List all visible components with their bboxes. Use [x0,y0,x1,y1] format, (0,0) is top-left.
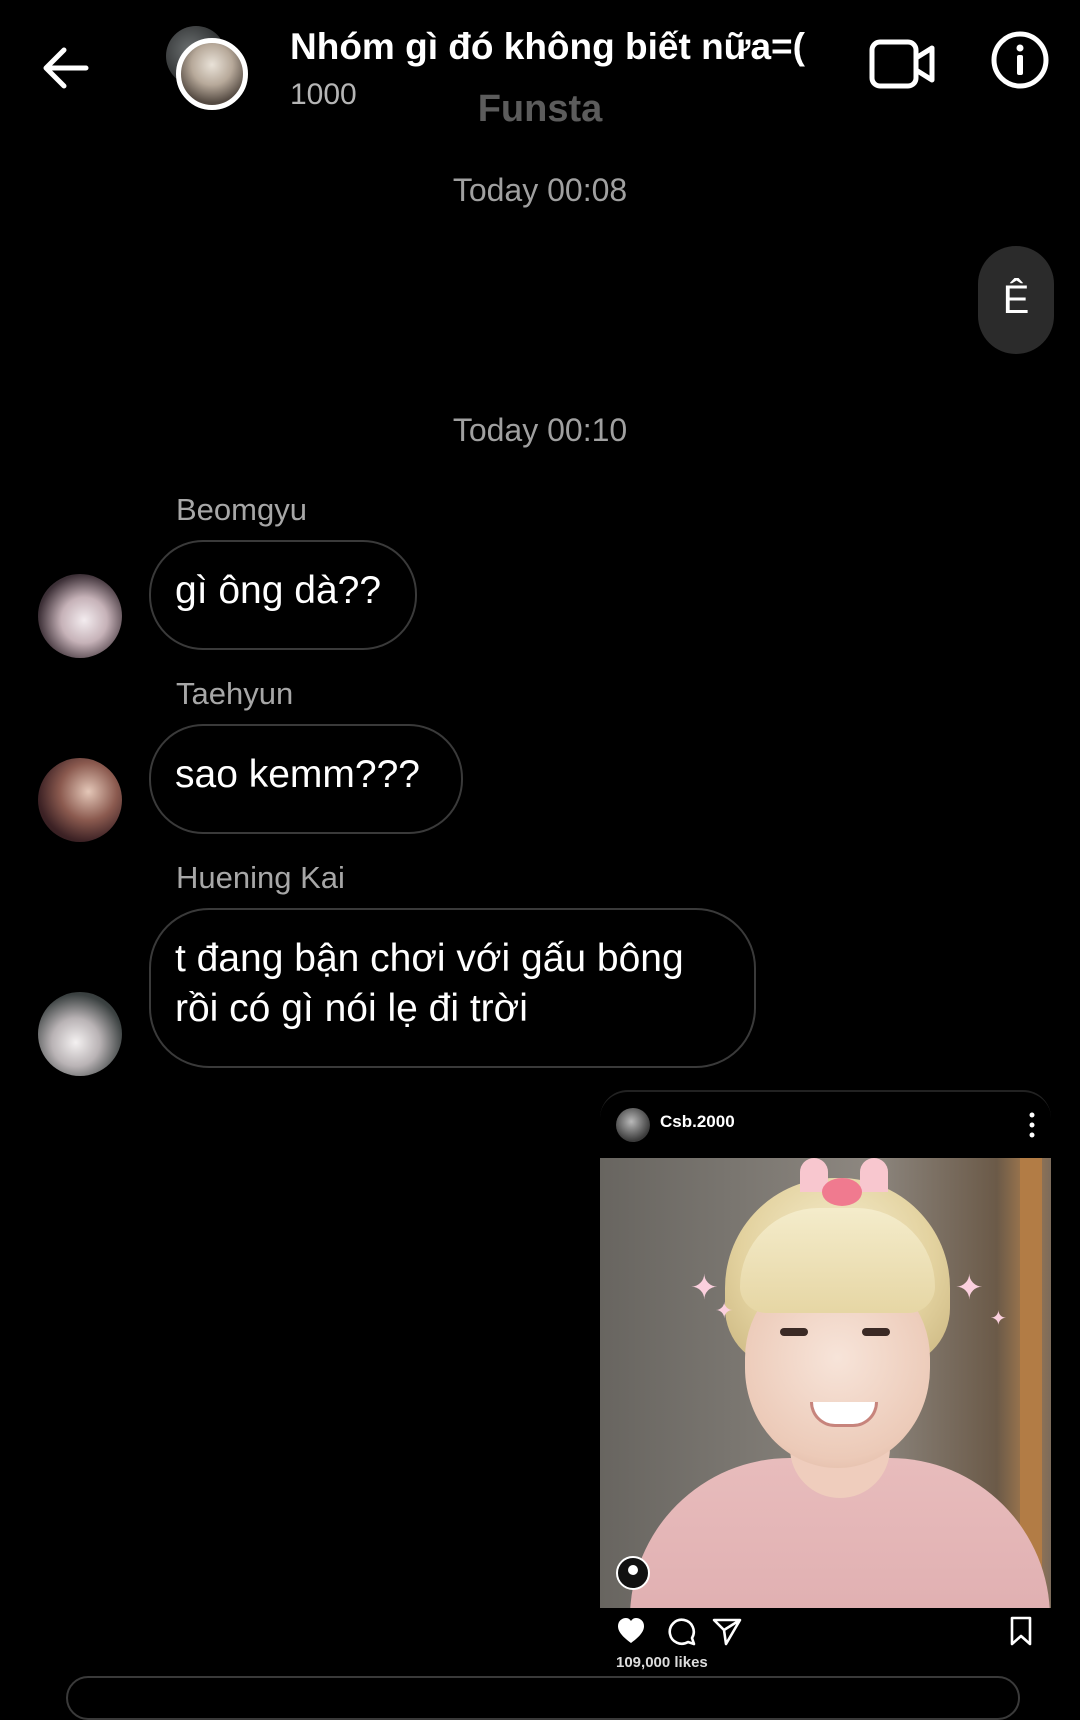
more-vertical-icon[interactable] [1027,1110,1037,1140]
avatar[interactable] [38,574,122,658]
info-icon[interactable] [990,30,1050,90]
message-text: sao kemm??? [175,753,420,796]
heart-icon[interactable] [616,1616,646,1646]
post-header: Csb.2000 [600,1092,1051,1156]
share-icon[interactable] [712,1616,742,1646]
bunny-ear-decoration [860,1158,888,1192]
sender-name: Huening Kai [176,860,345,895]
post-author-avatar[interactable] [616,1108,650,1142]
sparkle-icon: ✦ [990,1308,1007,1330]
video-call-icon[interactable] [868,36,936,92]
comment-icon[interactable] [666,1616,696,1646]
avatar[interactable] [38,758,122,842]
post-like-count: 109,000 likes [616,1654,708,1671]
sender-name: Beomgyu [176,492,307,527]
post-photo[interactable]: ✦ ✦ ✦ ✦ [600,1158,1051,1608]
post-username[interactable]: Csb.2000 [660,1112,735,1132]
message-bubble[interactable]: sao kemm??? [149,724,463,834]
sparkle-icon: ✦ [955,1269,984,1307]
message-bubble[interactable]: gì ông dà?? [149,540,417,650]
sparkle-icon: ✦ [715,1298,734,1323]
timestamp: Today 00:08 [452,172,628,208]
message-text-line: rồi có gì nói lẹ đi trời [175,987,528,1030]
shared-post-card[interactable]: Csb.2000 ✦ ✦ ✦ ✦ 109,000 likes [600,1090,1051,1692]
message-text-line: t đang bận chơi với gấu bông [175,937,684,980]
sender-name: Taehyun [176,676,294,711]
photo-eye [780,1328,808,1336]
timestamp: Today 00:10 [452,412,628,448]
message-text: gì ông dà?? [175,569,382,612]
message-composer[interactable] [66,1676,1020,1720]
bookmark-icon[interactable] [1006,1616,1036,1646]
outgoing-message-bubble[interactable]: Ê [978,246,1054,354]
tag-user-icon[interactable] [616,1556,650,1590]
post-actions-bar [600,1612,1051,1652]
watermark-text: Funsta [477,88,603,130]
message-bubble[interactable]: t đang bận chơi với gấu bông rồi có gì n… [149,908,756,1068]
photo-eye [862,1328,890,1336]
chat-title[interactable]: Nhóm gì đó không biết nữa=( [290,26,805,68]
avatar[interactable] [38,992,122,1076]
bow-decoration [822,1178,862,1206]
